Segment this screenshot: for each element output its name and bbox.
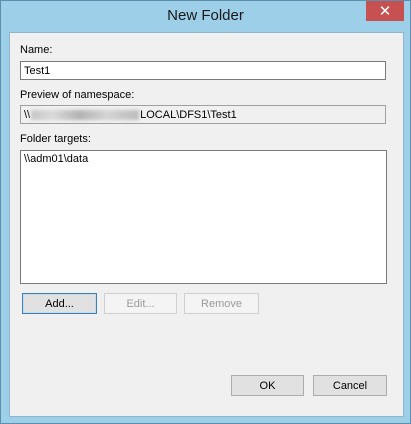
title-bar[interactable]: New Folder ✕ bbox=[1, 1, 410, 32]
folder-targets-list[interactable]: \\adm01\data bbox=[20, 150, 387, 284]
dialog-title: New Folder bbox=[167, 7, 244, 24]
new-folder-dialog: New Folder ✕ Name: Preview of namespace:… bbox=[0, 0, 411, 424]
preview-label: Preview of namespace: bbox=[20, 89, 135, 101]
add-button[interactable]: Add... bbox=[22, 293, 97, 314]
name-input[interactable] bbox=[20, 61, 386, 80]
close-icon: ✕ bbox=[378, 3, 392, 20]
folder-targets-label: Folder targets: bbox=[20, 133, 91, 145]
dialog-body: Name: Preview of namespace: \\ LOCAL\DFS… bbox=[9, 32, 404, 417]
remove-button[interactable]: Remove bbox=[184, 293, 259, 314]
namespace-preview-field: \\ LOCAL\DFS1\Test1 bbox=[20, 105, 386, 124]
name-label: Name: bbox=[20, 44, 53, 56]
ok-button[interactable]: OK bbox=[231, 375, 304, 396]
edit-button[interactable]: Edit... bbox=[104, 293, 177, 314]
close-button[interactable]: ✕ bbox=[366, 1, 404, 21]
redacted-domain bbox=[31, 109, 140, 120]
list-item[interactable]: \\adm01\data bbox=[21, 151, 386, 167]
namespace-path: LOCAL\DFS1\Test1 bbox=[140, 108, 237, 121]
namespace-prefix: \\ bbox=[24, 108, 31, 121]
cancel-button[interactable]: Cancel bbox=[313, 375, 387, 396]
